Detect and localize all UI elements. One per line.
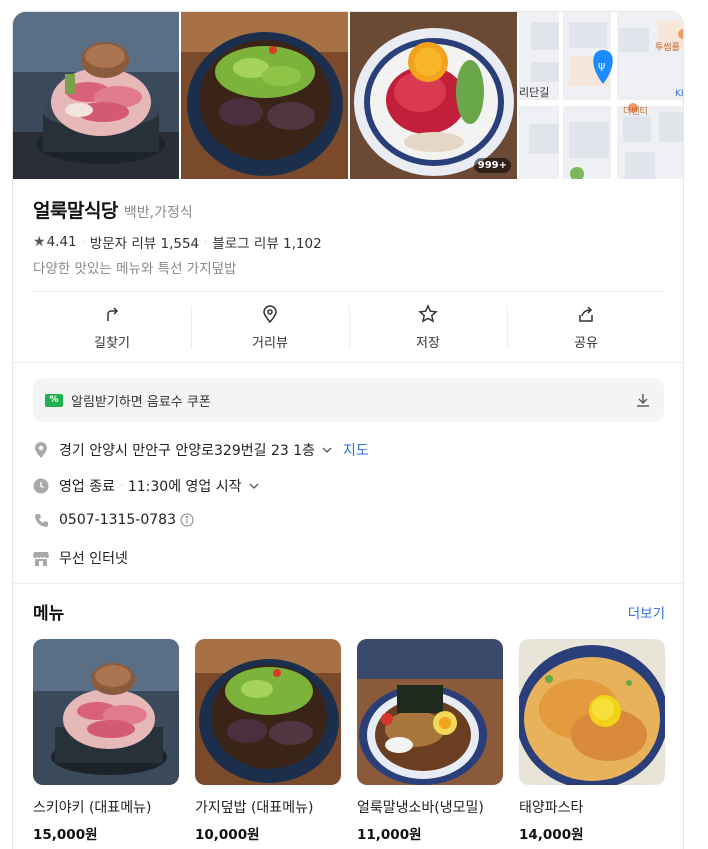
share-label: 공유 <box>574 335 598 351</box>
menu-list: 스키야키 (대표메뉴) 15,000원 가지덮밥 (대표메뉴) 10,000원 <box>33 639 665 843</box>
address-text[interactable]: 경기 안양시 만안구 안양로329번길 23 1층 <box>59 440 315 460</box>
amenity-text: 무선 인터넷 <box>59 551 128 567</box>
save-label: 저장 <box>416 335 440 351</box>
coupon-ticket-icon: % <box>45 393 63 407</box>
coupon-text: 알림받기하면 음료수 쿠폰 <box>71 394 211 410</box>
menu-item-image[interactable] <box>195 639 341 785</box>
rating-value: 4.41 <box>46 234 77 250</box>
menu-item[interactable]: 스키야키 (대표메뉴) 15,000원 <box>33 639 179 843</box>
location-pin-icon <box>33 442 49 458</box>
phone-number[interactable]: 0507-1315-0783 <box>59 512 176 528</box>
menu-item-price: 10,000원 <box>195 827 260 843</box>
directions-button[interactable]: 길찾기 <box>33 292 191 362</box>
download-icon[interactable] <box>634 391 652 409</box>
photo-yukhoe-bowl[interactable]: 999+ <box>350 12 517 179</box>
info-circle-icon[interactable] <box>180 513 194 527</box>
photo-sukiyaki[interactable] <box>13 12 179 179</box>
menu-header: 메뉴 더보기 <box>33 599 665 624</box>
streetview-button[interactable]: 거리뷰 <box>191 292 349 362</box>
blog-review-link[interactable]: 블로그 리뷰 1,102 <box>212 232 321 252</box>
menu-item-name: 가지덮밥 (대표메뉴) <box>195 800 314 816</box>
separator-dot: · <box>81 236 85 248</box>
place-category: 백반,가정식 <box>123 205 193 221</box>
address-row: 경기 안양시 만안구 안양로329번길 23 1층 지도 <box>33 440 369 460</box>
menu-item[interactable]: 태양파스타 14,000원 <box>519 639 665 843</box>
place-stats: ★ 4.41 · 방문자 리뷰 1,554 · 블로그 리뷰 1,102 <box>33 232 322 252</box>
menu-item-name: 얼룩말냉소바(냉모밀) <box>357 800 484 816</box>
separator-dot: · <box>204 236 208 248</box>
star-icon <box>418 303 438 323</box>
phone-icon <box>33 512 49 528</box>
menu-item[interactable]: 얼룩말냉소바(냉모밀) 11,000원 <box>357 639 503 843</box>
place-description: 다양한 맛있는 메뉴와 특선 가지덮밥 <box>33 261 237 277</box>
svg-text:ψ: ψ <box>598 59 605 72</box>
map-label-poi-mid: 더벤티 <box>623 106 648 117</box>
menu-more-link[interactable]: 더보기 <box>628 602 665 622</box>
menu-item-image[interactable] <box>519 639 665 785</box>
chevron-down-icon[interactable] <box>248 480 260 492</box>
action-bar: 길찾기 거리뷰 저장 공유 <box>33 292 665 362</box>
share-button[interactable]: 공유 <box>507 292 665 362</box>
mini-map[interactable]: ψ 리단길 투썸플 더벤티 KI <box>519 12 684 179</box>
map-label-street: 리단길 <box>519 86 549 99</box>
menu-item-image[interactable] <box>33 639 179 785</box>
menu-item-name: 스키야키 (대표메뉴) <box>33 800 152 816</box>
menu-item-price: 11,000원 <box>357 827 422 843</box>
map-link[interactable]: 지도 <box>343 440 369 460</box>
menu-title: 메뉴 <box>33 604 65 624</box>
separator-dot: · <box>119 481 123 491</box>
visitor-review-link[interactable]: 방문자 리뷰 1,554 <box>90 232 199 252</box>
streetview-icon <box>263 304 277 323</box>
section-divider <box>13 362 683 363</box>
save-button[interactable]: 저장 <box>349 292 507 362</box>
menu-item-price: 14,000원 <box>519 827 584 843</box>
menu-item-price: 15,000원 <box>33 827 98 843</box>
map-label-poi-top: 투썸플 <box>655 42 680 53</box>
place-name: 얼룩말식당 <box>33 200 118 222</box>
place-card: 999+ ψ 리단길 투썸플 더벤티 KI 얼룩말식당 백반,가정식 ★ 4.4… <box>12 11 684 849</box>
store-icon <box>33 550 49 566</box>
directions-icon <box>107 306 119 321</box>
streetview-label: 거리뷰 <box>252 335 288 351</box>
business-hours[interactable]: 11:30에 영업 시작 <box>128 476 242 496</box>
map-label-corner: KI <box>675 89 684 99</box>
directions-label: 길찾기 <box>94 335 130 351</box>
section-divider <box>13 583 683 584</box>
photo-strip: 999+ ψ 리단길 투썸플 더벤티 KI <box>13 12 684 179</box>
menu-item[interactable]: 가지덮밥 (대표메뉴) 10,000원 <box>195 639 341 843</box>
chevron-down-icon[interactable] <box>321 444 333 456</box>
place-title-row: 얼룩말식당 백반,가정식 <box>33 196 193 223</box>
clock-icon <box>33 478 49 494</box>
amenity-row: 무선 인터넷 <box>33 548 128 568</box>
coupon-banner[interactable]: % 알림받기하면 음료수 쿠폰 <box>33 378 664 422</box>
menu-item-name: 태양파스타 <box>519 800 584 816</box>
photo-count-badge: 999+ <box>473 158 511 173</box>
menu-item-image[interactable] <box>357 639 503 785</box>
phone-row: 0507-1315-0783 <box>33 512 194 528</box>
rating-star-icon: ★ <box>33 234 46 250</box>
share-icon <box>579 305 593 322</box>
hours-row: 영업 종료 · 11:30에 영업 시작 <box>33 476 260 496</box>
business-status: 영업 종료 <box>59 479 115 495</box>
photo-eggplant-bowl[interactable] <box>181 12 348 179</box>
